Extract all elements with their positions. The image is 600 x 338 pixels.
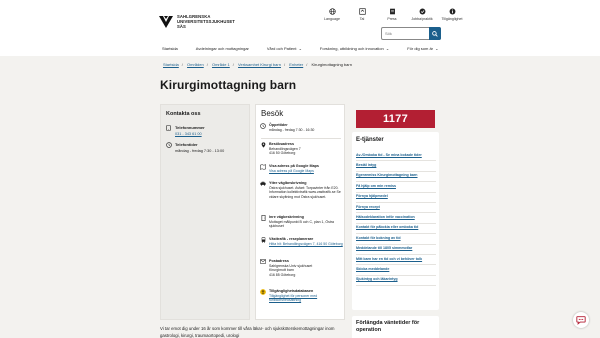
e-service-link[interactable]: Skicka meddelande — [356, 265, 436, 276]
nav-item-departments[interactable]: Avdelningar och mottagningar — [196, 46, 249, 51]
e-service-link[interactable]: Få hjälp om min remiss — [356, 182, 436, 193]
contrast-icon — [358, 8, 366, 15]
contact-card: Kontakta oss Telefonnummer 031 - 343 61 … — [160, 104, 250, 320]
chevron-down-icon: ⌄ — [297, 46, 302, 51]
check-icon — [419, 8, 426, 15]
accessibility-db-link[interactable]: Tillgänglighet för personer med funktion… — [269, 294, 317, 303]
press-link[interactable]: Press — [378, 8, 406, 21]
e-service-link[interactable]: Sjukintyg och läkarintyg — [356, 276, 436, 287]
e-service-link[interactable]: Hälsodeklaration inför vaccination — [356, 213, 436, 224]
google-maps-link[interactable]: Visa adress på Google Maps — [269, 169, 314, 173]
breadcrumb-link[interactable]: Startsida — [163, 62, 179, 67]
e-service-link[interactable]: Bestäl intyg — [356, 161, 436, 172]
search-button[interactable] — [429, 27, 441, 40]
nav-item-care[interactable]: Vård och Patient ⌄ — [267, 46, 302, 51]
hours-value: måndag - fredag 7:30 - 13:00 — [175, 148, 225, 153]
visit-card: Besök Öppettider måndag - fredag 7:30 - 1… — [255, 104, 345, 320]
visit-heading: Besök — [261, 109, 284, 118]
site-header: SAHLGRENSKA UNIVERSITETSSJUKHUSET SÄS La… — [0, 0, 600, 62]
e-service-link[interactable]: Kontakt för bokning av tid — [356, 234, 436, 245]
phone-link[interactable]: 031 - 343 61 00 — [175, 132, 202, 136]
healthline-1177-banner[interactable]: 1177 — [356, 110, 435, 128]
divider — [261, 138, 341, 139]
e-service-link[interactable]: Förnya recept — [356, 203, 436, 214]
mail-icon — [259, 259, 267, 277]
transit-link[interactable]: Hitta hit: Behandlingsvägen 7, 416 50 Gö… — [269, 242, 343, 246]
inner-directions-row: Inre vägbeskrivning Mottaget mållpunkt B … — [259, 215, 345, 229]
info-icon — [449, 8, 456, 15]
e-services-panel: E-tjänster Av-/Omboka tid - Se mina boka… — [352, 132, 439, 310]
breadcrumb-link[interactable]: Enheter — [289, 62, 303, 67]
search-input[interactable] — [382, 28, 429, 39]
chevron-down-icon: ⌄ — [384, 46, 390, 51]
utility-menu: Language Tal Press Jobba/praktik Tillgän… — [318, 8, 468, 21]
e-service-link[interactable]: Mitt barn har en tid och vi behöver tolk — [356, 255, 436, 266]
outer-directions-row: Yttre väglbeskrivning Östra sjukhuset. Av… — [259, 181, 345, 199]
visit-address-row: Besöksadress Behandlingsvägen 7 416 50 Göt… — [259, 142, 345, 156]
phone-row: Telefonnummer 031 - 343 61 00 — [166, 125, 205, 137]
e-service-link[interactable]: Kontakt för påbokia eller omboka tid — [356, 224, 436, 235]
chevron-down-icon: ⌄ — [434, 46, 439, 51]
opening-hours-row: Öppettider måndag - fredag 7:30 - 16:30 — [259, 123, 345, 132]
chat-icon — [576, 316, 586, 325]
search-icon — [432, 30, 438, 37]
accessibility-icon — [259, 289, 267, 303]
search-box — [381, 27, 441, 40]
main-nav: Startsida Avdelningar och mottagningar V… — [162, 46, 456, 51]
accessibility-row: Tillgänglighetsdatabasen Tillgänglighet f… — [259, 289, 345, 303]
logo-emblem-icon — [159, 15, 173, 28]
site-logo[interactable]: SAHLGRENSKA UNIVERSITETSSJUKHUSET SÄS — [158, 14, 235, 29]
chat-button[interactable] — [573, 312, 589, 328]
bus-icon — [259, 237, 267, 246]
jobs-link[interactable]: Jobba/praktik — [408, 8, 436, 21]
accessibility-link[interactable]: Tillgänglighet — [438, 8, 466, 21]
e-service-link[interactable]: Meddelande till 1805 simmmotlar — [356, 245, 436, 255]
nav-item-research[interactable]: Forskning, utbildning och innovation ⌄ — [320, 46, 389, 51]
nav-item-start[interactable]: Startsida — [162, 46, 178, 51]
logo-text: SAHLGRENSKA UNIVERSITETSSJUKHUSET SÄS — [177, 14, 235, 29]
breadcrumb: Startsida / Områden / Område 1/ Verksamhet… — [163, 62, 352, 67]
speech-link[interactable]: Tal — [348, 8, 376, 21]
contact-heading: Kontakta oss — [166, 111, 201, 117]
language-link[interactable]: Language — [318, 8, 346, 21]
e-service-link[interactable]: Egenremiss Kirurgimottagning barn — [356, 172, 436, 183]
google-maps-row: Visa adress på Google Maps Visa adress på… — [259, 164, 345, 173]
breadcrumb-link[interactable]: Verksamhet Kirurgi barn — [238, 62, 281, 67]
globe-icon — [328, 8, 336, 15]
phone-icon — [166, 125, 172, 137]
phone-label: Telefonnummer — [175, 125, 205, 130]
door-icon — [259, 215, 267, 229]
transit-row: Västtrafik - reseplanerare Hitta hit: Beh… — [259, 237, 345, 246]
e-service-link[interactable]: Förnya hjälpmedel — [356, 193, 436, 203]
car-icon — [259, 181, 267, 199]
hours-label: Telefontider — [175, 142, 198, 147]
map-icon — [259, 164, 267, 173]
e-services-heading: E-tjänster — [356, 137, 384, 143]
hours-row: Telefontider måndag - fredag 7:30 - 13:0… — [166, 142, 224, 154]
postal-address-row: Postadress Sahlgrenska Univ sjukhuset Kiru… — [259, 259, 345, 277]
e-service-link[interactable]: Av-/Omboka tid - Se mina bokade tider — [356, 151, 436, 162]
document-icon — [389, 8, 396, 15]
location-pin-icon — [259, 142, 267, 156]
breadcrumb-link[interactable]: Område 1 — [212, 62, 230, 67]
intro-text: Vi tar emot dig under 16 år som kommer t… — [160, 326, 335, 338]
breadcrumb-current: Kirurgimottagning barn — [311, 62, 352, 67]
page-title: Kirurgimottagning barn — [160, 78, 297, 92]
clock-icon — [166, 142, 172, 154]
extended-wait-heading: Förlängda väntetider för operation — [356, 320, 420, 333]
breadcrumb-link[interactable]: Områden — [187, 62, 204, 67]
extended-wait-panel: Förlängda väntetider för operation — [352, 316, 439, 338]
clock-icon — [259, 123, 267, 132]
e-services-list: Av-/Omboka tid - Se mina bokade tider Be… — [356, 151, 436, 287]
nav-item-audience[interactable]: För dig som är ⌄ — [407, 46, 438, 51]
